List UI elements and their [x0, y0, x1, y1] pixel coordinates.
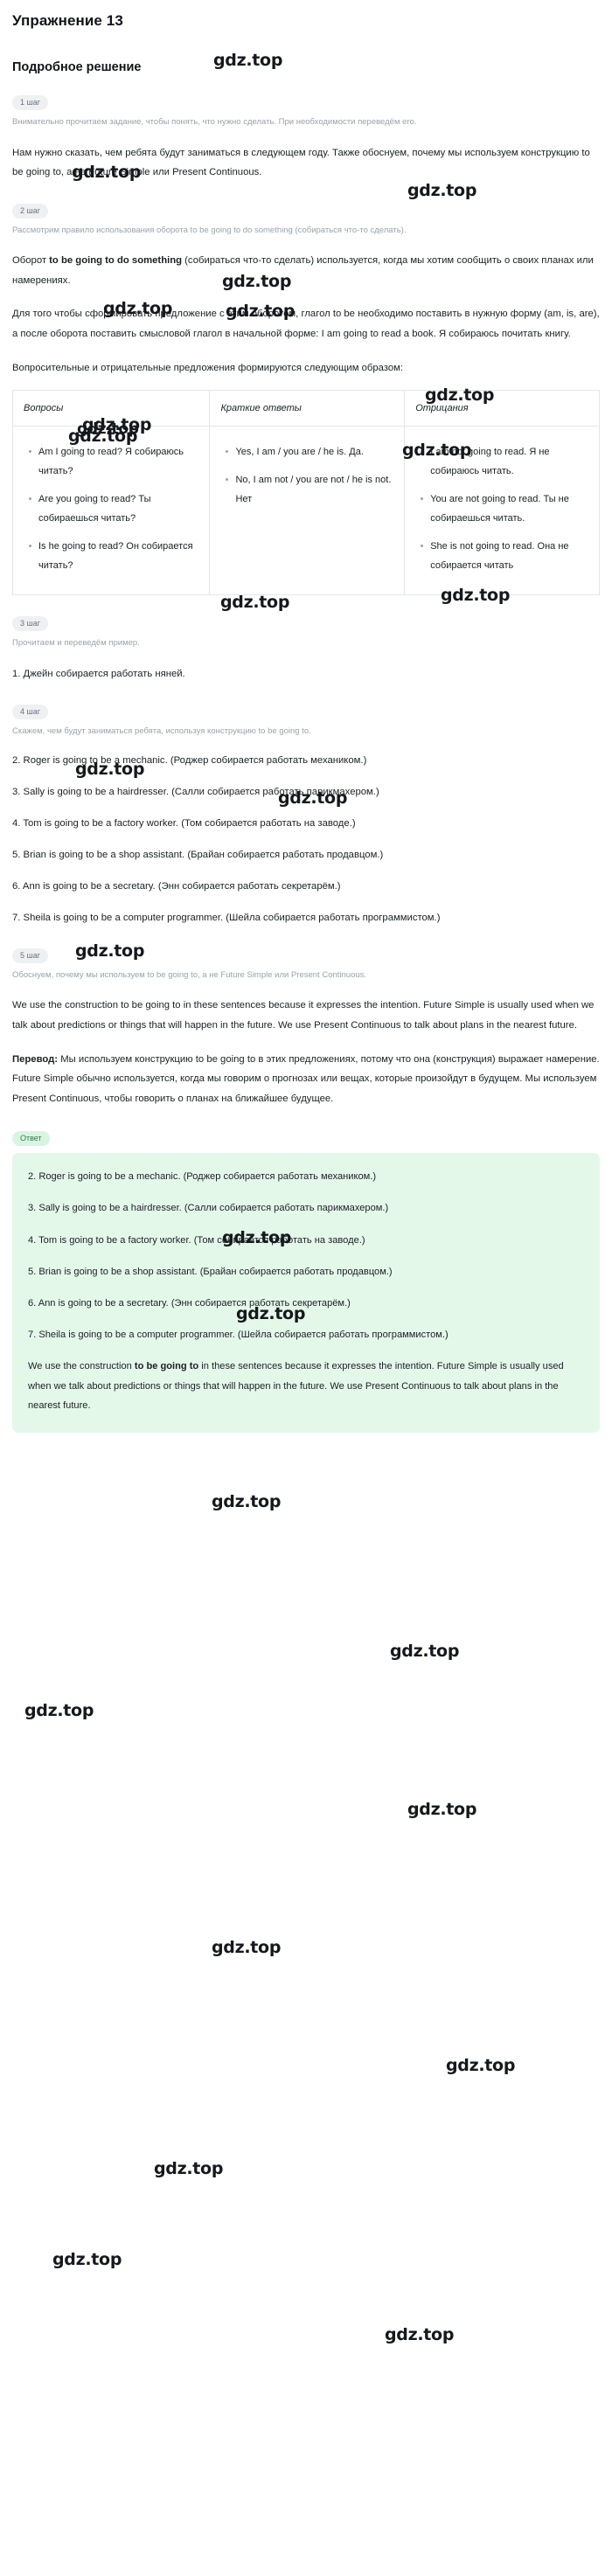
list-item: Yes, I am / you are / he is. Да.	[226, 442, 395, 462]
section-title: Подробное решение	[12, 60, 142, 74]
page-title: Упражнение 13	[12, 12, 123, 29]
list-item: Is he going to read? Он собирается читат…	[28, 537, 200, 575]
step-badge-3: 3 шаг	[12, 616, 49, 631]
table-row: Am I going to read? Я собираюсь читать? …	[11, 426, 600, 596]
watermark: gdz.top	[390, 1642, 460, 1661]
list-item: She is not going to read. Она не собирае…	[421, 537, 590, 575]
step-badge-5: 5 шаг	[12, 948, 49, 963]
step-4-block: 4 шаг Скажем, чем будут заниматься ребят…	[12, 684, 600, 927]
list-item: 7. Sheila is going to be a computer prog…	[28, 1330, 449, 1341]
step-5-english-explanation: We use the construction to be going to i…	[12, 1000, 595, 1031]
list-item: 4. Tom is going to be a factory worker. …	[12, 817, 356, 829]
translation-text: Мы используем конструкцию to be going to…	[12, 1053, 600, 1104]
list-item: 6. Ann is going to be a secretary. (Энн …	[12, 880, 341, 892]
final-prefix: We use the construction	[28, 1361, 135, 1372]
translation-label: Перевод:	[12, 1053, 59, 1065]
table-header-row: Вопросы Краткие ответы Отрицания	[11, 390, 600, 427]
step-badge-1: 1 шаг	[12, 95, 49, 110]
answer-block: Ответ 2. Roger is going to be a mechanic…	[12, 1108, 600, 1433]
negations-list: I am not going to read. Я не собираюсь ч…	[415, 442, 590, 575]
grammar-table: Вопросы Краткие ответы Отрицания Am I go…	[11, 390, 600, 596]
list-item: 3. Sally is going to be a hairdresser. (…	[12, 786, 379, 797]
table-header-questions: Вопросы	[11, 390, 211, 427]
short-answers-list: Yes, I am / you are / he is. Да. No, I a…	[220, 442, 395, 509]
list-item: I am not going to read. Я не собираюсь ч…	[421, 442, 590, 481]
step-1-hint: Внимательно прочитаем задание, чтобы пон…	[12, 116, 417, 127]
list-item: You are not going to read. Ты не собирае…	[421, 490, 590, 528]
step-5-hint: Обоснуем, почему мы используем to be goi…	[12, 969, 367, 980]
list-item: 6. Ann is going to be a secretary. (Энн …	[28, 1297, 351, 1309]
step-3-block: 3 шаг Прочитаем и переведём пример. 1. Д…	[12, 595, 600, 684]
watermark: gdz.top	[385, 2325, 455, 2344]
step-1-block: 1 шаг Внимательно прочитаем задание, что…	[12, 74, 600, 183]
list-item: Am I going to read? Я собираюсь читать?	[28, 442, 200, 481]
step-2-formation-paragraph: Для того чтобы сформировать предложение …	[12, 309, 600, 339]
answer-box: 2. Roger is going to be a mechanic. (Род…	[12, 1153, 600, 1433]
table-header-short-answers: Краткие ответы	[209, 390, 406, 427]
list-item: 5. Brian is going to be a shop assistant…	[28, 1266, 393, 1277]
step-5-block: 5 шаг Обоснуем, почему мы используем to …	[12, 927, 600, 1108]
questions-list: Am I going to read? Я собираюсь читать? …	[24, 442, 200, 575]
step-1-body: Нам нужно сказать, чем ребята будут зани…	[12, 147, 590, 178]
table-cell-questions: Am I going to read? Я собираюсь читать? …	[11, 426, 211, 596]
step-5-translation: Перевод: Мы используем конструкцию to be…	[12, 1050, 600, 1109]
watermark: gdz.top	[24, 1701, 94, 1720]
watermark: gdz.top	[212, 1492, 282, 1511]
watermark: gdz.top	[407, 1800, 477, 1819]
solution-page: Упражнение 13 Подробное решение 1 шаг Вн…	[0, 12, 612, 2344]
step-2-table-intro: Вопросительные и отрицательные предложен…	[12, 362, 404, 373]
table-cell-negations: I am not going to read. Я не собираюсь ч…	[404, 426, 600, 596]
rule-construction: to be going to do something	[49, 255, 183, 267]
list-item: 2. Roger is going to be a mechanic. (Род…	[12, 754, 367, 766]
answer-final-explanation: We use the construction to be going to i…	[28, 1357, 584, 1415]
table-header-negations: Отрицания	[404, 390, 600, 427]
list-item: 4. Tom is going to be a factory worker. …	[28, 1234, 365, 1246]
watermark: gdz.top	[212, 1938, 282, 1957]
step-3-hint: Прочитаем и переведём пример.	[12, 637, 140, 648]
step-badge-4: 4 шаг	[12, 705, 49, 720]
list-item: 2. Roger is going to be a mechanic. (Род…	[28, 1171, 377, 1183]
step-4-hint: Скажем, чем будут заниматься ребята, исп…	[12, 726, 311, 737]
list-item: Are you going to read? Ты собираешься чи…	[28, 490, 200, 528]
watermark: gdz.top	[52, 2250, 122, 2269]
step-4-answer-list: 2. Roger is going to be a mechanic. (Род…	[12, 751, 600, 927]
step-badge-2: 2 шаг	[12, 203, 49, 219]
step-3-example: 1. Джейн собирается работать няней.	[12, 668, 185, 679]
rule-prefix: Оборот	[12, 255, 50, 267]
step-2-block: 2 шаг Рассмотрим правило использования о…	[11, 183, 600, 596]
table-cell-short-answers: Yes, I am / you are / he is. Да. No, I a…	[209, 426, 406, 596]
list-item: 3. Sally is going to be a hairdresser. (…	[28, 1203, 389, 1214]
step-2-rule-paragraph: Оборот to be going to do something (соби…	[12, 251, 600, 290]
final-construction: to be going to	[134, 1361, 199, 1372]
answer-badge: Ответ	[12, 1131, 50, 1147]
list-item: 5. Brian is going to be a shop assistant…	[12, 849, 384, 860]
watermark: gdz.top	[446, 2056, 516, 2075]
watermark: gdz.top	[154, 2159, 224, 2178]
step-2-hint: Рассмотрим правило использования оборота…	[12, 225, 407, 235]
list-item: No, I am not / you are not / he is not. …	[226, 470, 395, 509]
list-item: 7. Sheila is going to be a computer prog…	[12, 912, 441, 923]
